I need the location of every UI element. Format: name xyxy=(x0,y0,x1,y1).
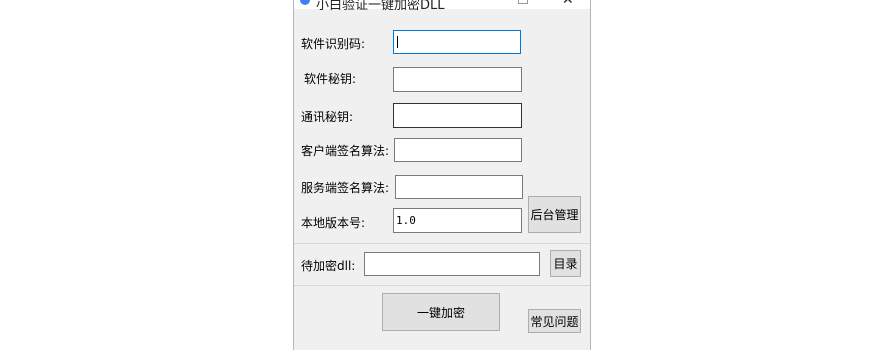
software-secret-label: 软件秘钥: xyxy=(304,72,357,86)
software-secret-input[interactable] xyxy=(393,67,522,92)
close-icon[interactable]: ✕ xyxy=(562,0,574,8)
admin-panel-button[interactable]: 后台管理 xyxy=(528,196,581,233)
text-caret xyxy=(397,36,398,48)
app-window: 小白验证一键加密DLL ✕ 软件识别码: 软件秘钥: 通讯秘钥: 客户端签名算法… xyxy=(293,0,591,350)
minimize-icon[interactable] xyxy=(472,0,484,5)
dll-path-input[interactable] xyxy=(364,252,540,276)
divider xyxy=(294,243,590,244)
server-sign-label: 服务端签名算法: xyxy=(301,181,390,195)
browse-directory-button[interactable]: 目录 xyxy=(550,250,581,277)
software-id-input[interactable] xyxy=(393,30,521,54)
client-sign-input[interactable] xyxy=(394,138,522,162)
comm-secret-label: 通讯秘钥: xyxy=(301,110,354,124)
shield-icon xyxy=(300,0,310,5)
maximize-icon[interactable] xyxy=(518,0,528,4)
window-title: 小白验证一键加密DLL xyxy=(316,0,445,13)
dll-label: 待加密dll: xyxy=(301,259,356,273)
local-version-input[interactable] xyxy=(393,208,522,233)
server-sign-input[interactable] xyxy=(395,175,523,199)
software-id-label: 软件识别码: xyxy=(301,37,366,51)
encrypt-button[interactable]: 一键加密 xyxy=(382,293,500,331)
local-version-label: 本地版本号: xyxy=(301,216,366,230)
client-sign-label: 客户端签名算法: xyxy=(301,144,390,158)
divider xyxy=(294,285,590,286)
comm-secret-input[interactable] xyxy=(393,103,522,128)
title-bar[interactable]: 小白验证一键加密DLL ✕ xyxy=(294,0,590,13)
faq-button[interactable]: 常见问题 xyxy=(528,309,581,333)
